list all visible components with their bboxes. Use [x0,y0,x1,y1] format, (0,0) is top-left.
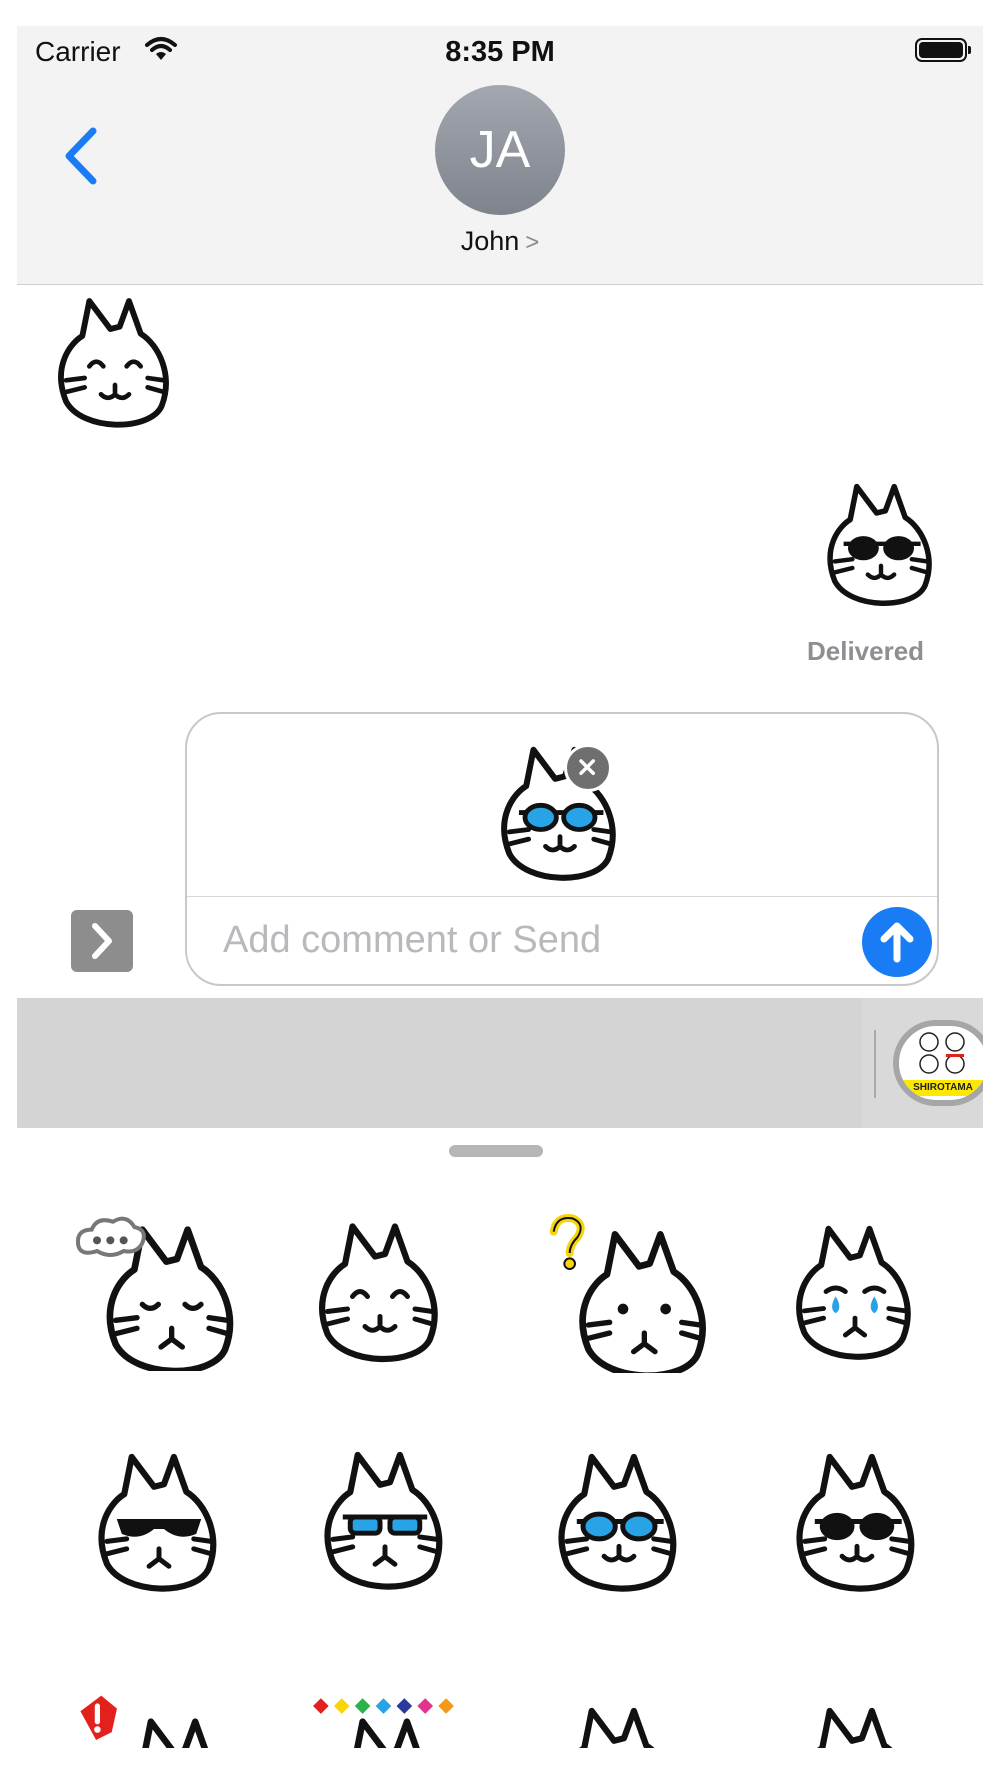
clock: 8:35 PM [445,36,555,68]
sticker-drawer [17,1131,983,1748]
delivered-status: Delivered [807,636,925,666]
shirotama-app-icon[interactable]: SHIROTAMA [893,1020,983,1106]
status-bar: Carrier 8:35 PM [17,26,983,78]
app-tray: SHIROTAMA [17,998,983,1128]
received-sticker-smiling-cat[interactable] [47,294,183,434]
send-arrow-button[interactable] [862,907,932,977]
cat-happy-sticker[interactable] [785,1703,929,1748]
comment-input[interactable] [221,908,845,972]
remove-attachment-icon[interactable] [564,744,612,792]
compose-divider [187,896,937,897]
cat-rainbow-party-sticker[interactable] [305,1693,475,1748]
cat-confused-sticker[interactable] [537,1213,717,1373]
conversation-header: Carrier 8:35 PM JA John > [17,26,983,285]
contact-name: John [460,226,520,256]
rainbow-dots [313,1698,454,1714]
back-chevron-icon[interactable] [57,121,107,191]
cat-thinking-sticker[interactable] [67,1211,247,1371]
cat-round-blue-glasses-sticker[interactable] [547,1449,691,1599]
contact-avatar[interactable]: JA [435,85,565,215]
expand-chevron-button[interactable] [71,910,133,972]
cat-black-sunglasses-sticker[interactable] [87,1449,231,1599]
contact-name-button[interactable]: John > [17,226,983,257]
messages-screen: Carrier 8:35 PM JA John > Delivered Add … [17,26,983,1748]
battery-icon [915,38,971,62]
cat-smiling-sticker[interactable] [307,1219,453,1369]
cat-blue-sunglasses-sticker[interactable] [313,1447,457,1597]
cat-crying-sticker[interactable] [785,1221,925,1367]
cat-surprised-sticker[interactable] [75,1693,245,1748]
app-icon-label: SHIROTAMA [899,1080,983,1096]
app-tray-separator [874,1030,876,1098]
compose-box [185,712,939,986]
chevron-right-icon: > [525,229,540,256]
cat-blushing-sticker[interactable] [547,1703,691,1748]
drawer-grabber[interactable] [449,1145,543,1157]
app-tray-scroll-area[interactable] [17,998,862,1128]
shirotama-cats-icon [919,1032,965,1074]
cat-round-black-glasses-sticker[interactable] [785,1449,929,1599]
sent-sticker-sunglasses-cat[interactable] [817,480,945,612]
